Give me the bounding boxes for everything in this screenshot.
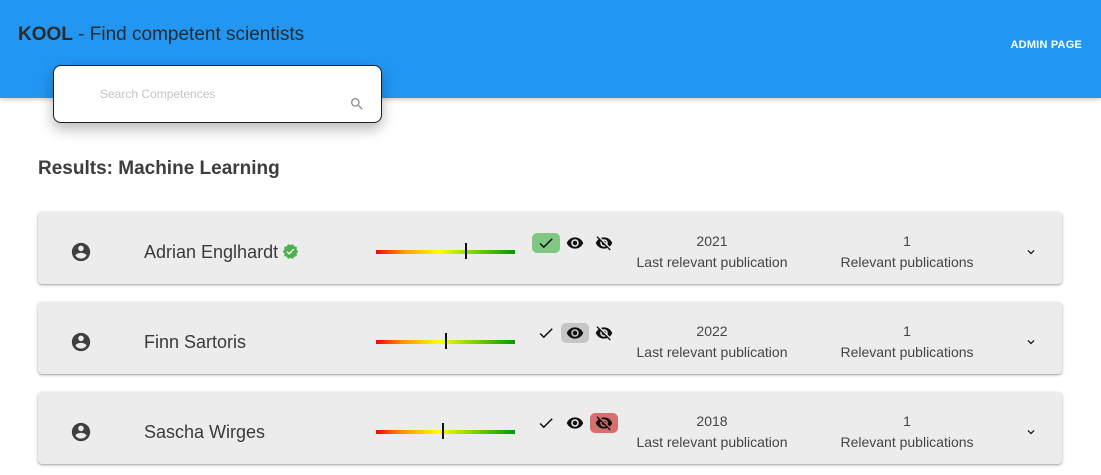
publication-count-label: Relevant publications — [840, 254, 974, 270]
last-publication-label: Last relevant publication — [636, 254, 788, 270]
eye-icon — [566, 327, 584, 339]
scientist-name-text: Sascha Wirges — [144, 422, 266, 442]
verified-badge-icon — [282, 244, 299, 259]
result-card[interactable]: Sascha Wirges 2018 Last relevant publicati… — [38, 392, 1062, 464]
publication-count: 1 Relevant publications — [827, 411, 987, 453]
view-button[interactable] — [561, 413, 589, 433]
eye-off-icon — [595, 236, 613, 251]
last-publication: 2022 Last relevant publication — [632, 321, 792, 363]
competence-meter — [376, 243, 515, 259]
hide-button[interactable] — [590, 233, 618, 253]
competence-meter — [376, 423, 515, 439]
scientist-name-text: Finn Sartoris — [144, 332, 247, 352]
competence-marker — [465, 243, 468, 259]
last-publication-label: Last relevant publication — [636, 434, 788, 450]
chevron-down-icon[interactable] — [1024, 425, 1038, 439]
eye-icon — [566, 237, 584, 249]
search-icon[interactable] — [349, 96, 365, 112]
eye-off-icon — [595, 326, 613, 341]
eye-icon — [566, 417, 584, 429]
avatar-icon — [71, 422, 91, 442]
brand-name: KOOL — [18, 24, 73, 45]
last-publication: 2018 Last relevant publication — [632, 411, 792, 453]
scientist-name[interactable]: Adrian Englhardt — [144, 241, 299, 263]
admin-page-button[interactable]: ADMIN PAGE — [1011, 39, 1082, 51]
result-card[interactable]: Finn Sartoris 2022 Last relevant publicati… — [38, 302, 1062, 374]
last-publication-year: 2018 — [696, 413, 728, 429]
publication-count-value: 1 — [903, 233, 911, 249]
app-subtitle: - Find competent scientists — [72, 24, 305, 45]
view-button[interactable] — [561, 233, 589, 253]
last-publication: 2021 Last relevant publication — [632, 231, 792, 273]
results-title: Results: Machine Learning — [38, 158, 280, 179]
chevron-down-icon[interactable] — [1024, 245, 1038, 259]
hide-button[interactable] — [590, 413, 618, 433]
last-publication-label: Last relevant publication — [636, 344, 788, 360]
scientist-name-text: Adrian Englhardt — [144, 242, 279, 262]
competence-marker — [441, 423, 444, 439]
last-publication-year: 2022 — [696, 323, 728, 339]
check-icon — [539, 418, 553, 429]
scientist-name[interactable]: Sascha Wirges — [144, 421, 265, 443]
check-icon — [539, 328, 553, 339]
competence-meter — [376, 333, 515, 349]
publication-count: 1 Relevant publications — [827, 321, 987, 363]
avatar-icon — [71, 332, 91, 352]
competence-marker — [444, 333, 447, 349]
result-card[interactable]: Adrian Englhardt 2021 Last relevant public… — [38, 212, 1062, 284]
scientist-name[interactable]: Finn Sartoris — [144, 331, 246, 353]
chevron-down-icon[interactable] — [1024, 335, 1038, 349]
avatar-icon — [71, 242, 91, 262]
approve-button[interactable] — [532, 323, 560, 343]
search-box[interactable] — [53, 65, 382, 123]
view-button[interactable] — [561, 323, 589, 343]
last-publication-year: 2021 — [696, 233, 728, 249]
publication-count: 1 Relevant publications — [827, 231, 987, 273]
approve-button[interactable] — [532, 233, 560, 253]
publication-count-label: Relevant publications — [840, 344, 974, 360]
eye-off-icon — [595, 416, 613, 431]
check-icon — [539, 238, 553, 249]
publication-count-value: 1 — [903, 413, 911, 429]
approve-button[interactable] — [532, 413, 560, 433]
hide-button[interactable] — [590, 323, 618, 343]
publication-count-label: Relevant publications — [840, 434, 974, 450]
publication-count-value: 1 — [903, 323, 911, 339]
app-title: KOOL - Find competent scientists — [18, 24, 304, 46]
search-input[interactable] — [100, 84, 330, 104]
